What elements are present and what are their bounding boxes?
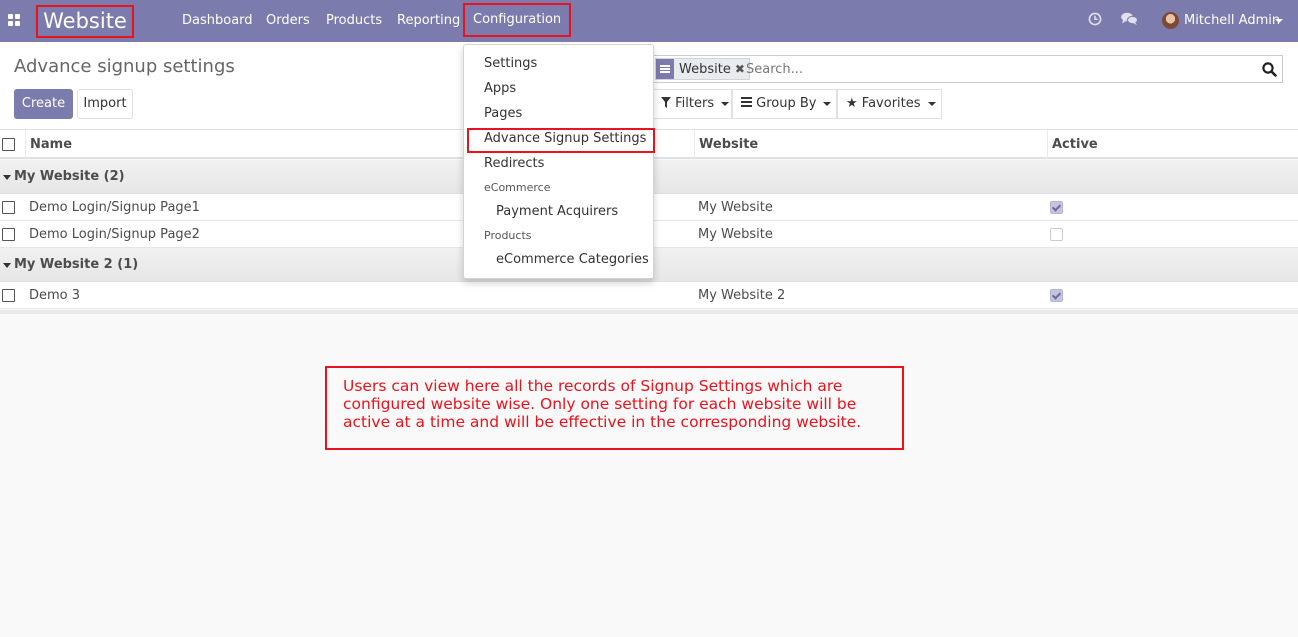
menu-dashboard[interactable]: Dashboard (182, 0, 253, 42)
messages-chat-icon[interactable] (1121, 12, 1138, 26)
menu-reporting[interactable]: Reporting (397, 0, 460, 42)
menu-products[interactable]: Products (326, 0, 382, 42)
group-by-label: Group By (756, 96, 817, 111)
dropdown-item-settings[interactable]: Settings (484, 56, 537, 71)
breadcrumb: Advance signup settings (14, 56, 235, 77)
dropdown-header-ecommerce: eCommerce (484, 181, 551, 194)
caret-down-icon (3, 263, 11, 268)
active-checkbox (1050, 228, 1063, 241)
group-by-button[interactable]: Group By (732, 89, 837, 119)
dropdown-item-pages[interactable]: Pages (484, 106, 522, 121)
table-footer (0, 310, 1298, 314)
active-checkbox (1050, 289, 1063, 302)
column-website[interactable]: Website (694, 130, 1047, 159)
search-bar[interactable]: Website ✖ Search... (652, 55, 1283, 83)
facet-value: Website (679, 61, 731, 77)
activity-clock-icon[interactable] (1088, 12, 1102, 26)
filter-funnel-icon (661, 97, 671, 108)
app-title[interactable]: Website (36, 5, 134, 38)
search-facet: Website ✖ (655, 58, 750, 80)
row-checkbox[interactable] (2, 289, 15, 302)
annotation-callout: Users can view here all the records of S… (325, 366, 904, 450)
user-name: Mitchell Admin (1184, 13, 1281, 28)
group-label: My Website 2 (1) (14, 257, 139, 272)
configuration-dropdown-menu: Settings Apps Pages Advance Signup Setti… (463, 44, 655, 279)
caret-down-icon (3, 175, 11, 180)
create-button[interactable]: Create (14, 89, 73, 119)
favorites-button[interactable]: ★ Favorites (837, 89, 942, 119)
select-all-checkbox[interactable] (2, 138, 15, 151)
dropdown-item-redirects[interactable]: Redirects (484, 156, 544, 171)
cell-website: My Website 2 (698, 288, 786, 303)
dropdown-item-apps[interactable]: Apps (484, 81, 516, 96)
group-label: My Website (2) (14, 169, 125, 184)
dropdown-item-payment-acquirers[interactable]: Payment Acquirers (496, 204, 618, 219)
group-by-list-icon (656, 59, 674, 79)
row-checkbox[interactable] (2, 201, 15, 214)
cell-name: Demo Login/Signup Page1 (29, 200, 200, 215)
search-icon[interactable] (1262, 62, 1277, 77)
cell-website: My Website (698, 227, 773, 242)
menu-configuration[interactable]: Configuration (463, 3, 572, 37)
import-button[interactable]: Import (77, 89, 133, 119)
menu-orders[interactable]: Orders (266, 0, 310, 42)
group-by-bars-icon (741, 97, 752, 107)
chevron-down-icon (1275, 19, 1283, 23)
filters-label: Filters (675, 96, 715, 111)
user-avatar (1162, 12, 1179, 29)
column-active[interactable]: Active (1047, 130, 1298, 159)
apps-grid-icon[interactable] (8, 14, 21, 27)
favorites-label: Favorites (861, 96, 921, 111)
active-checkbox (1050, 201, 1063, 214)
top-navbar: Website Dashboard Orders Products Report… (0, 0, 1298, 42)
table-row[interactable]: Demo 3 My Website 2 (0, 282, 1298, 309)
dropdown-item-ecommerce-categories[interactable]: eCommerce Categories (496, 252, 649, 267)
search-input[interactable]: Search... (746, 62, 803, 77)
dropdown-header-products: Products (484, 229, 532, 242)
row-checkbox[interactable] (2, 228, 15, 241)
star-icon: ★ (846, 96, 858, 111)
cell-name: Demo Login/Signup Page2 (29, 227, 200, 242)
cell-website: My Website (698, 200, 773, 215)
dropdown-item-advance-signup-settings[interactable]: Advance Signup Settings (484, 131, 646, 146)
filters-button[interactable]: Filters (652, 89, 732, 119)
cell-name: Demo 3 (29, 288, 81, 303)
